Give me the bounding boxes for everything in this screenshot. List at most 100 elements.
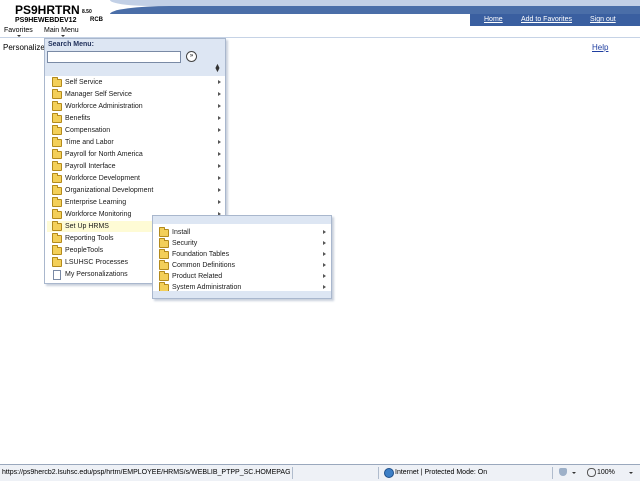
menu-item-label: Reporting Tools xyxy=(65,235,114,242)
sort-icon[interactable]: ▲ ▼ xyxy=(214,63,221,74)
folder-icon xyxy=(159,238,169,248)
menu-item-label: LSUHSC Processes xyxy=(65,259,129,266)
chevron-right-icon xyxy=(218,80,221,84)
menu-item-label: Compensation xyxy=(65,127,111,134)
menu-item-organizational-development[interactable]: Organizational Development xyxy=(47,185,223,196)
folder-icon xyxy=(52,161,62,171)
folder-icon xyxy=(52,245,62,255)
menu-item-workforce-administration[interactable]: Workforce Administration xyxy=(47,101,223,112)
personalize-link[interactable]: Personalize xyxy=(3,43,45,52)
menu-item-self-service[interactable]: Self Service xyxy=(47,77,223,88)
chevron-right-icon xyxy=(323,274,326,278)
menu-item-compensation[interactable]: Compensation xyxy=(47,125,223,136)
home-link[interactable]: Home xyxy=(484,16,503,23)
folder-icon xyxy=(52,233,62,243)
chevron-right-icon xyxy=(323,285,326,289)
folder-icon xyxy=(52,257,62,267)
menu-item-label: Enterprise Learning xyxy=(65,199,127,206)
submenu-item-label: Product Related xyxy=(172,273,223,280)
main-menu[interactable]: Main Menu xyxy=(44,27,79,34)
menu-item-label: My Personalizations xyxy=(65,271,128,278)
search-menu-panel: Search Menu: » ▲ ▼ xyxy=(45,39,225,76)
help-link[interactable]: Help xyxy=(592,43,608,52)
zoom-control[interactable]: 100% xyxy=(585,467,635,478)
status-divider xyxy=(292,467,293,479)
folder-icon xyxy=(52,101,62,111)
search-menu-label: Search Menu: xyxy=(48,41,94,48)
submenu-item-foundation-tables[interactable]: Foundation Tables xyxy=(154,249,330,260)
folder-icon xyxy=(52,149,62,159)
folder-icon xyxy=(52,113,62,123)
folder-icon xyxy=(159,249,169,259)
folder-icon xyxy=(52,137,62,147)
menu-item-enterprise-learning[interactable]: Enterprise Learning xyxy=(47,197,223,208)
chevron-down-icon xyxy=(629,472,633,474)
chevron-right-icon xyxy=(218,188,221,192)
menu-item-payroll-interface[interactable]: Payroll Interface xyxy=(47,161,223,172)
favorites-chevron-down-icon xyxy=(17,35,21,37)
status-divider xyxy=(552,467,553,479)
menu-item-label: PeopleTools xyxy=(65,247,104,254)
menu-item-payroll-for-north-america[interactable]: Payroll for North America xyxy=(47,149,223,160)
submenu-item-label: Foundation Tables xyxy=(172,251,230,258)
menu-item-benefits[interactable]: Benefits xyxy=(47,113,223,124)
menu-item-time-and-labor[interactable]: Time and Labor xyxy=(47,137,223,148)
chevron-right-icon xyxy=(218,140,221,144)
submenu-footer-strip xyxy=(153,291,331,298)
submenu-item-common-definitions[interactable]: Common Definitions xyxy=(154,260,330,271)
header-band-dark xyxy=(110,6,640,14)
zoom-icon xyxy=(587,468,596,477)
folder-icon xyxy=(52,185,62,195)
search-menu-input[interactable] xyxy=(47,51,181,63)
app-version: 8.50 xyxy=(82,9,92,15)
folder-icon xyxy=(159,260,169,270)
chevron-right-icon xyxy=(218,200,221,204)
set-up-hrms-submenu: Install Security Foundation Tables Commo… xyxy=(152,215,332,299)
chevron-right-icon xyxy=(218,104,221,108)
chevron-down-icon xyxy=(572,472,576,474)
submenu-item-product-related[interactable]: Product Related xyxy=(154,271,330,282)
chevron-right-icon xyxy=(218,92,221,96)
user-id: RCB xyxy=(90,17,103,23)
menu-item-label: Workforce Administration xyxy=(65,103,143,110)
submenu-item-security[interactable]: Security xyxy=(154,238,330,249)
menu-item-label: Payroll Interface xyxy=(65,163,116,170)
chevron-right-icon xyxy=(323,230,326,234)
submenu-item-label: Common Definitions xyxy=(172,262,236,269)
menu-item-label: Time and Labor xyxy=(65,139,114,146)
menu-item-label: Benefits xyxy=(65,115,91,122)
submenu-item-install[interactable]: Install xyxy=(154,227,330,238)
browser-status-bar: https://ps9hercb2.lsuhsc.edu/psp/hrtrn/E… xyxy=(0,464,640,481)
protected-mode-button[interactable] xyxy=(555,467,581,478)
shield-icon xyxy=(559,468,567,476)
folder-icon xyxy=(159,227,169,237)
menu-item-label: Organizational Development xyxy=(65,187,154,194)
chevron-right-icon xyxy=(218,152,221,156)
sign-out-link[interactable]: Sign out xyxy=(590,16,616,23)
menu-item-label: Manager Self Service xyxy=(65,91,132,98)
chevron-right-icon xyxy=(218,128,221,132)
app-title: PS9HRTRN xyxy=(15,3,80,17)
status-url: https://ps9hercb2.lsuhsc.edu/psp/hrtrn/E… xyxy=(2,469,290,476)
menu-item-workforce-development[interactable]: Workforce Development xyxy=(47,173,223,184)
header: Home Add to Favorites Sign out PS9HRTRN … xyxy=(0,0,640,28)
folder-icon xyxy=(52,89,62,99)
submenu-item-label: Install xyxy=(172,229,191,236)
submenu-header-strip xyxy=(153,216,331,224)
status-divider xyxy=(378,467,379,479)
submenu-item-label: Security xyxy=(172,240,198,247)
zoom-level: 100% xyxy=(597,469,615,476)
main-menu-chevron-down-icon xyxy=(61,35,65,37)
folder-icon xyxy=(52,77,62,87)
menu-item-label: Set Up HRMS xyxy=(65,223,109,230)
menu-item-label: Self Service xyxy=(65,79,103,86)
search-go-button[interactable]: » xyxy=(186,51,197,62)
globe-icon xyxy=(384,468,394,478)
add-to-favorites-link[interactable]: Add to Favorites xyxy=(521,16,572,23)
security-zone-text: Internet | Protected Mode: On xyxy=(395,469,488,476)
folder-icon xyxy=(52,125,62,135)
menu-item-manager-self-service[interactable]: Manager Self Service xyxy=(47,89,223,100)
favorites-menu[interactable]: Favorites xyxy=(4,27,33,34)
folder-icon xyxy=(52,221,62,231)
chevron-right-icon xyxy=(218,116,221,120)
